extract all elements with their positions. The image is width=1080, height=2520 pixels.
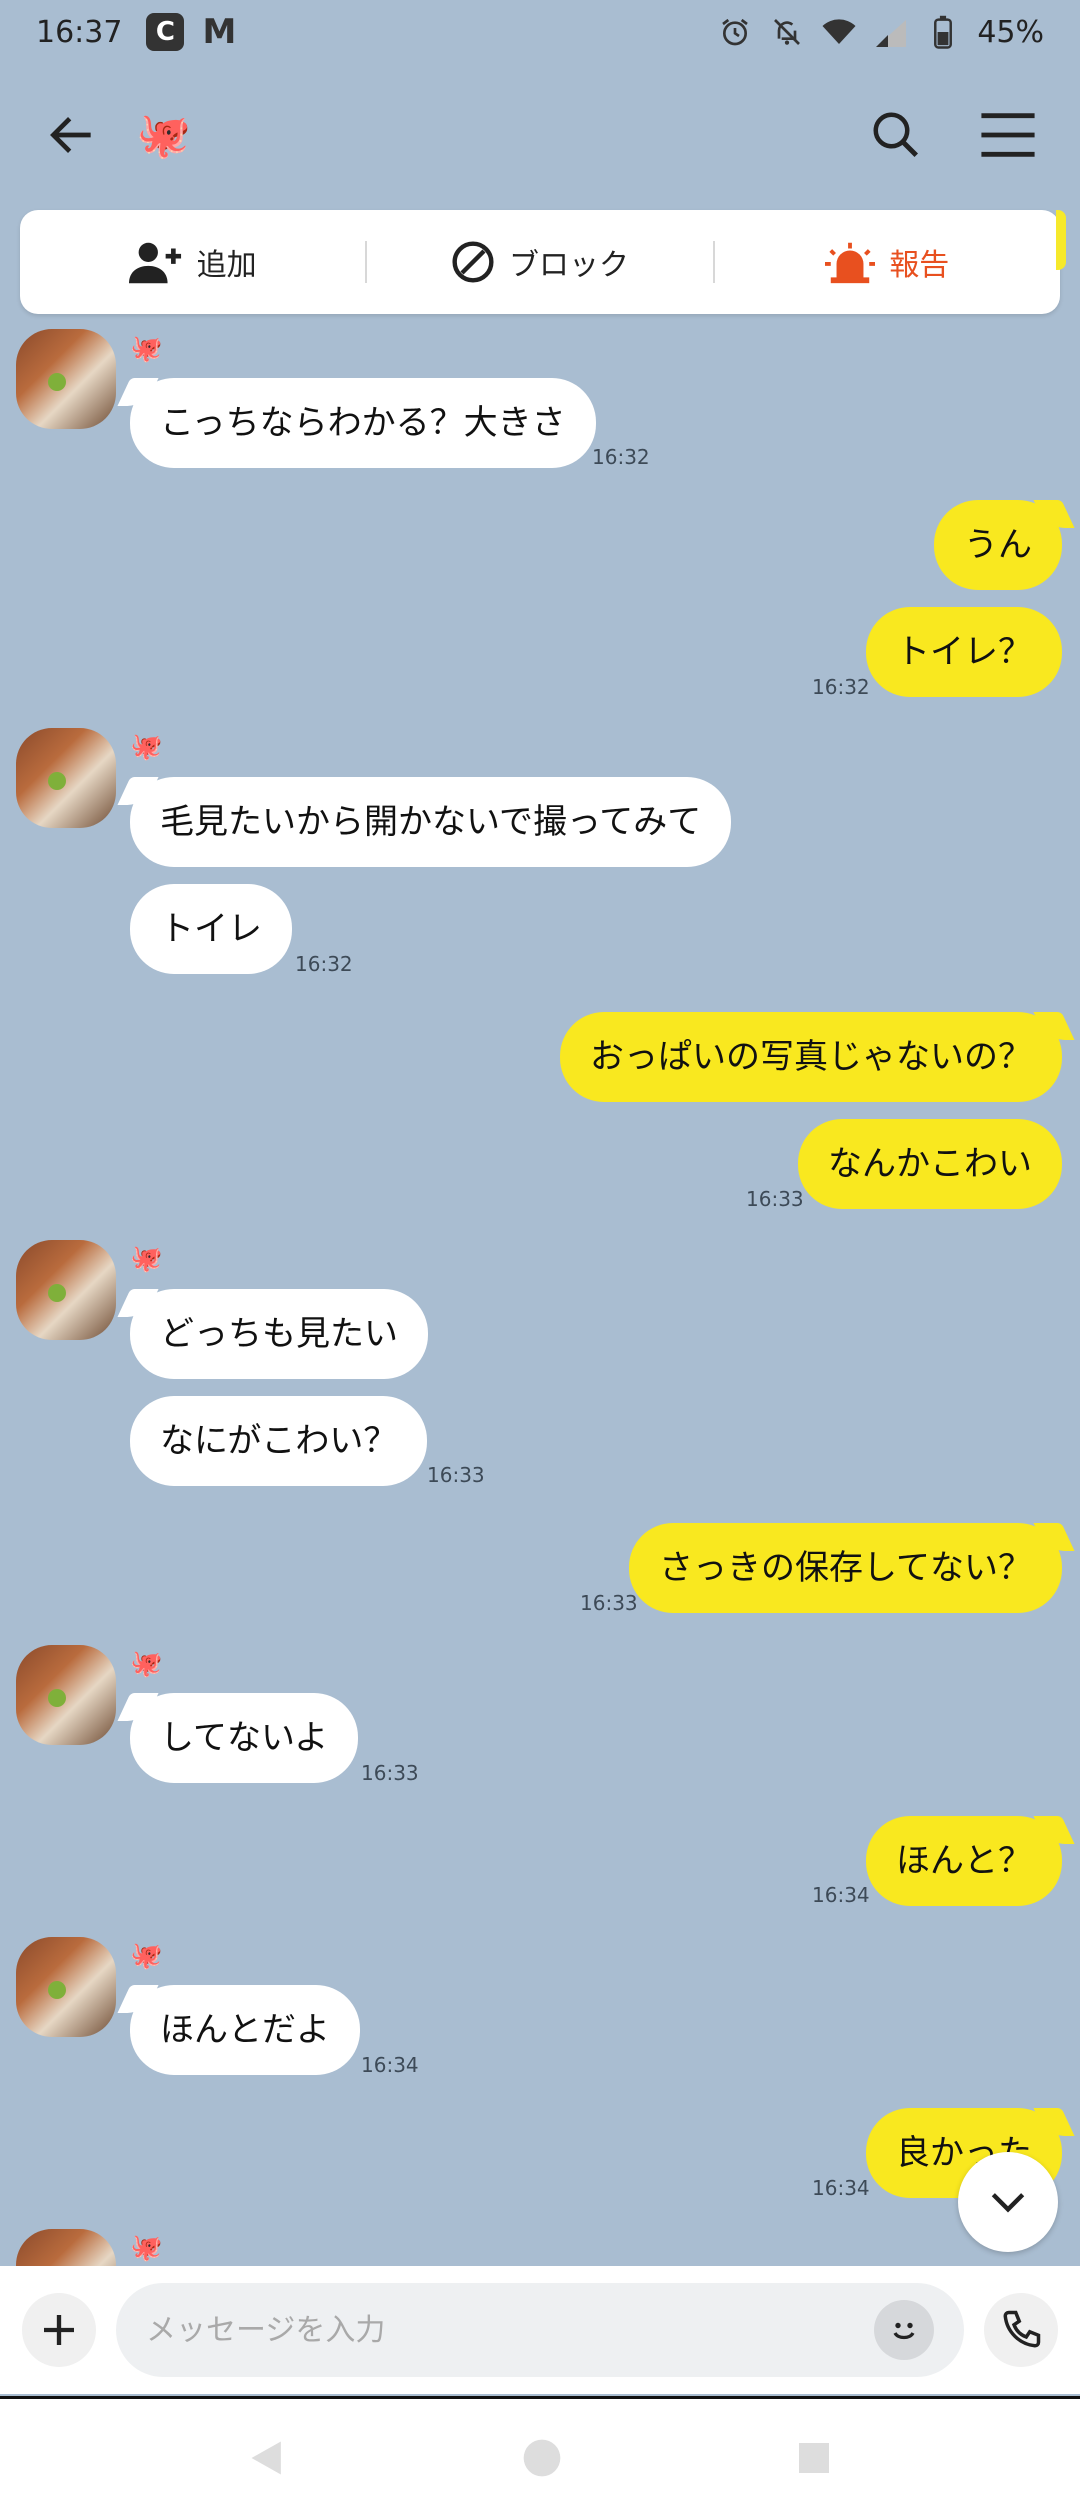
message-text: トイレ？	[896, 632, 1032, 672]
emoji-smile-icon	[893, 2322, 915, 2340]
siren-icon	[825, 242, 876, 284]
message-timestamp: 16:33	[746, 1187, 804, 1211]
message-timestamp: 16:32	[592, 445, 650, 469]
message-bubble-incoming[interactable]: トイレ	[130, 884, 292, 974]
message-input-bar	[0, 2266, 1080, 2394]
block-label: ブロック	[508, 248, 629, 283]
message-bubble-incoming[interactable]: ほんとだよ	[130, 1985, 360, 2075]
hamburger-menu-icon	[981, 113, 1035, 157]
chat-header: 🐙	[0, 80, 1080, 190]
message-text: トイレ	[160, 909, 262, 949]
gmail-notification-icon: M	[202, 12, 237, 52]
add-attachment-button[interactable]	[22, 2293, 96, 2367]
plus-icon	[44, 2315, 74, 2345]
message-timestamp: 16:34	[361, 2053, 419, 2077]
phone-icon	[1003, 2310, 1041, 2348]
report-button[interactable]: 報告	[715, 210, 1060, 314]
avatar[interactable]	[16, 1937, 116, 2037]
message-text: してないよ	[160, 1718, 329, 1758]
message-text: さっきの保存してない？	[659, 1548, 1032, 1588]
sender-name: 🐙	[130, 1649, 163, 1679]
message-timestamp: 16:34	[812, 1883, 870, 1907]
mute-icon	[769, 14, 805, 50]
message-bubble-incoming[interactable]: どっちも見たい	[130, 1289, 428, 1379]
message-text: うん	[964, 525, 1032, 565]
message-timestamp: 16:33	[361, 1761, 419, 1785]
nav-home-button[interactable]	[520, 2436, 564, 2484]
chat-title: 🐙	[136, 110, 191, 161]
message-bubble-outgoing[interactable]: おっぱいの写真じゃないの？	[560, 1012, 1062, 1102]
back-button[interactable]	[36, 99, 108, 171]
app-notification-icon: C	[146, 13, 185, 51]
sender-name: 🐙	[130, 732, 163, 762]
message-list[interactable]: 🐙 こっちならわかる？大きさ 16:32 うん トイレ？ 16:32 🐙 毛見た…	[0, 320, 1080, 2329]
message-timestamp: 16:32	[295, 952, 353, 976]
message-text: どっちも見たい	[160, 1314, 398, 1354]
report-label: 報告	[889, 248, 950, 283]
message-bubble-incoming[interactable]: してないよ	[130, 1693, 359, 1783]
message-bubble-incoming[interactable]: なにがこわい？	[130, 1396, 428, 1486]
battery-icon	[925, 14, 961, 50]
message-input-wrapper	[116, 2283, 964, 2377]
message-bubble-outgoing[interactable]: うん	[934, 500, 1062, 590]
avatar[interactable]	[16, 329, 116, 429]
message-text: 毛見たいから開かないで撮ってみて	[160, 802, 702, 842]
system-nav-bar	[0, 2396, 1080, 2520]
wifi-icon	[821, 14, 857, 50]
block-button[interactable]: ブロック	[367, 210, 712, 314]
menu-button[interactable]	[972, 99, 1044, 171]
signal-icon	[873, 14, 909, 50]
message-bubble-outgoing[interactable]: トイレ？	[866, 607, 1062, 697]
bubble-tail-peek	[1056, 210, 1066, 270]
nav-recents-button[interactable]	[794, 2438, 834, 2482]
message-timestamp: 16:32	[812, 675, 870, 699]
message-timestamp: 16:33	[580, 1591, 638, 1615]
chevron-down-icon	[991, 2193, 1025, 2213]
message-text: ほんと？	[896, 1841, 1032, 1881]
triangle-back-icon	[251, 2441, 281, 2474]
message-bubble-outgoing[interactable]: さっきの保存してない？	[629, 1523, 1062, 1613]
message-text: ほんとだよ	[160, 2010, 330, 2050]
message-input[interactable]	[146, 2312, 874, 2348]
back-arrow-icon	[50, 117, 91, 153]
nav-back-button[interactable]	[246, 2436, 290, 2484]
square-recents-icon	[799, 2442, 829, 2473]
message-bubble-outgoing[interactable]: ほんと？	[866, 1816, 1062, 1906]
call-button[interactable]	[984, 2293, 1058, 2367]
block-icon	[452, 241, 494, 283]
scroll-to-bottom-button[interactable]	[958, 2152, 1058, 2252]
message-text: おっぱいの写真じゃないの？	[590, 1037, 1032, 1077]
search-icon	[873, 112, 919, 158]
sender-name: 🐙	[130, 334, 163, 364]
add-label: 追加	[196, 248, 257, 283]
sender-name: 🐙	[130, 2233, 163, 2263]
avatar[interactable]	[16, 728, 116, 828]
search-button[interactable]	[860, 99, 932, 171]
add-person-icon	[128, 242, 181, 284]
message-bubble-outgoing[interactable]: なんかこわい	[798, 1119, 1062, 1209]
message-text: こっちならわかる？大きさ	[160, 403, 566, 443]
avatar[interactable]	[16, 1240, 116, 1340]
avatar[interactable]	[16, 1645, 116, 1745]
battery-percent: 45%	[977, 14, 1044, 50]
message-timestamp: 16:33	[427, 1463, 485, 1487]
status-time: 16:37	[36, 14, 123, 50]
message-text: なにがこわい？	[160, 1421, 398, 1461]
message-timestamp: 16:34	[812, 2176, 870, 2200]
message-bubble-incoming[interactable]: こっちならわかる？大きさ	[130, 378, 596, 468]
friend-action-bar: 追加 ブロック 報告	[20, 210, 1060, 314]
sender-name: 🐙	[130, 1941, 163, 1971]
add-friend-button[interactable]: 追加	[20, 210, 365, 314]
status-bar: 16:37 C M 45%	[0, 0, 1080, 64]
circle-home-icon	[523, 2439, 561, 2476]
sender-name: 🐙	[130, 1244, 163, 1274]
message-bubble-incoming[interactable]: 毛見たいから開かないで撮ってみて	[130, 777, 732, 867]
emoji-button[interactable]	[874, 2300, 934, 2360]
message-text: なんかこわい	[828, 1144, 1032, 1184]
alarm-icon	[717, 14, 753, 50]
